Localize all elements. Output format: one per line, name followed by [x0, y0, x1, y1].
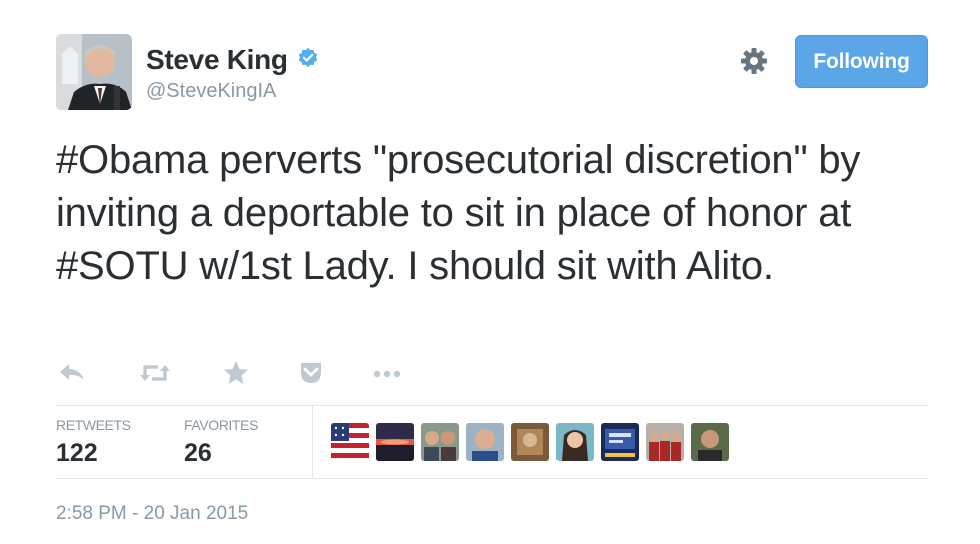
retweets-label: RETWEETS: [56, 417, 131, 433]
verified-badge-icon: [298, 47, 318, 68]
avatar-man[interactable]: [691, 423, 729, 461]
avatar-flag[interactable]: [331, 423, 369, 461]
display-name[interactable]: Steve King: [146, 44, 288, 76]
retweets-stat[interactable]: RETWEETS 122: [56, 417, 131, 468]
favorites-label: FAVORITES: [184, 417, 258, 433]
favorites-stat[interactable]: FAVORITES 26: [184, 417, 258, 468]
stats-divider-top: [56, 405, 928, 406]
avatar-sunset[interactable]: [376, 423, 414, 461]
pocket-save-icon[interactable]: [294, 358, 328, 388]
avatar-screen[interactable]: [601, 423, 639, 461]
stats-divider-vertical: [312, 406, 313, 478]
reply-icon[interactable]: [56, 358, 90, 388]
gear-icon[interactable]: [739, 46, 769, 76]
following-button[interactable]: Following: [795, 35, 928, 88]
avatar-group[interactable]: [646, 423, 684, 461]
profile-avatar[interactable]: [56, 34, 132, 110]
avatar-two-men[interactable]: [421, 423, 459, 461]
favorite-star-icon[interactable]: [219, 358, 253, 388]
avatar-sepia[interactable]: [511, 423, 549, 461]
retweet-icon[interactable]: [138, 358, 172, 388]
avatar-woman[interactable]: [556, 423, 594, 461]
favorites-count: 26: [184, 439, 212, 467]
tweet-text: #Obama perverts "prosecutorial discretio…: [56, 138, 861, 288]
tweet-card: Steve King @SteveKingIA Following #Obama…: [0, 0, 980, 544]
retweets-count: 122: [56, 439, 98, 467]
more-ellipsis-icon[interactable]: [368, 358, 402, 388]
user-handle[interactable]: @SteveKingIA: [146, 80, 276, 103]
avatar-bald-man[interactable]: [466, 423, 504, 461]
stats-divider-bottom: [56, 478, 928, 479]
tweet-actions: [56, 358, 456, 388]
tweet-timestamp[interactable]: 2:58 PM - 20 Jan 2015: [56, 503, 248, 525]
